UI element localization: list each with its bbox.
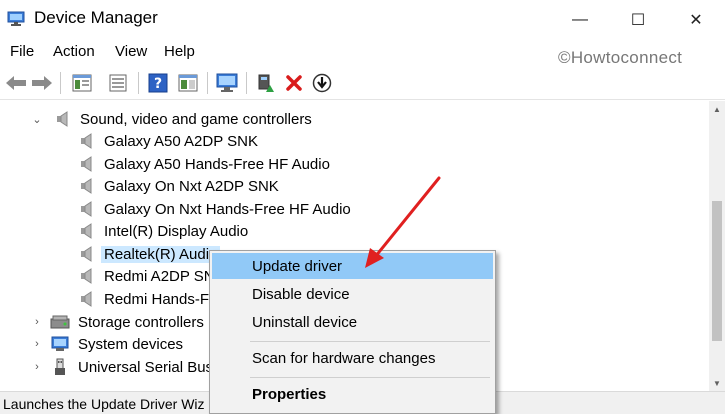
speaker-icon — [76, 245, 96, 263]
toolbar-separator — [138, 72, 139, 94]
scrollbar-thumb[interactable] — [712, 201, 722, 341]
action-pane-icon[interactable] — [176, 71, 200, 95]
tree-item[interactable]: Galaxy A50 A2DP SNK — [76, 130, 261, 152]
tree-item-label: Intel(R) Display Audio — [104, 222, 249, 240]
storage-controller-icon — [50, 313, 70, 331]
tree-category-storage[interactable]: › Storage controllers — [30, 311, 207, 333]
system-devices-icon — [50, 335, 70, 353]
watermark: ©Howtoconnect — [558, 48, 683, 67]
tree-category-label: System devices — [78, 335, 184, 353]
tree-item[interactable]: Galaxy On Nxt A2DP SNK — [76, 175, 282, 197]
minimize-button[interactable]: — — [551, 0, 609, 40]
toolbar-separator — [60, 72, 61, 94]
menu-separator — [250, 377, 490, 378]
menu-item-uninstall-device[interactable]: Uninstall device — [212, 309, 493, 335]
menu-item-update-driver[interactable]: Update driver — [212, 253, 493, 279]
menu-view[interactable]: View — [115, 43, 147, 60]
tree-category-usb[interactable]: › Universal Serial Bus — [30, 356, 216, 378]
menu-separator — [250, 341, 490, 342]
tree-category-label: Universal Serial Bus — [78, 358, 214, 376]
svg-text:?: ? — [154, 76, 162, 92]
tree-item-label: Realtek(R) Audio — [101, 245, 221, 263]
properties-console-icon[interactable] — [70, 71, 94, 95]
vertical-scrollbar[interactable]: ▲ ▼ — [709, 101, 725, 391]
chevron-right-icon[interactable]: › — [32, 338, 42, 350]
maximize-button[interactable]: ☐ — [609, 0, 667, 40]
close-button[interactable]: ✕ — [667, 0, 725, 40]
tree-item[interactable]: Intel(R) Display Audio — [76, 220, 251, 242]
device-manager-icon — [7, 11, 25, 27]
context-menu: Update driver Disable device Uninstall d… — [209, 250, 496, 414]
scroll-down-arrow-icon[interactable]: ▼ — [709, 375, 725, 391]
chevron-right-icon[interactable]: › — [32, 316, 42, 328]
speaker-icon — [76, 200, 96, 218]
speaker-icon — [76, 290, 96, 308]
toolbar-separator — [246, 72, 247, 94]
speaker-icon — [76, 132, 96, 150]
menu-action[interactable]: Action — [53, 43, 95, 60]
console-tree-icon[interactable] — [106, 71, 130, 95]
menu-item-scan-hardware[interactable]: Scan for hardware changes — [212, 345, 493, 371]
chevron-down-icon[interactable]: ⌄ — [32, 114, 42, 126]
tree-category-sound[interactable]: ⌄ Sound, video and game controllers — [30, 108, 315, 130]
menu-item-properties[interactable]: Properties — [212, 381, 493, 407]
menu-item-disable-device[interactable]: Disable device — [212, 281, 493, 307]
scroll-up-arrow-icon[interactable]: ▲ — [709, 101, 725, 117]
window-title: Device Manager — [34, 8, 158, 27]
chevron-right-icon[interactable]: › — [32, 361, 42, 373]
status-text: Launches the Update Driver Wiz — [3, 396, 205, 412]
toolbar: ? — [0, 66, 725, 100]
tree-item-selected[interactable]: Realtek(R) Audio — [76, 243, 221, 265]
back-arrow-icon[interactable] — [4, 71, 28, 95]
tree-item-label: Galaxy A50 Hands-Free HF Audio — [104, 155, 330, 173]
forward-arrow-icon[interactable] — [30, 71, 54, 95]
tree-item-label: Galaxy A50 A2DP SNK — [104, 132, 258, 150]
update-driver-icon[interactable] — [254, 71, 278, 95]
tree-item[interactable]: Galaxy A50 Hands-Free HF Audio — [76, 153, 333, 175]
monitor-scan-icon[interactable] — [215, 71, 239, 95]
speaker-icon — [76, 177, 96, 195]
uninstall-x-icon[interactable] — [282, 71, 306, 95]
tree-item-label: Galaxy On Nxt A2DP SNK — [104, 177, 279, 195]
usb-icon — [50, 358, 70, 376]
help-icon[interactable]: ? — [146, 71, 170, 95]
speaker-icon — [76, 222, 96, 240]
tree-item-label: Galaxy On Nxt Hands-Free HF Audio — [104, 200, 351, 218]
tree-category-system[interactable]: › System devices — [30, 333, 186, 355]
tree-item[interactable]: Redmi A2DP SNK — [76, 265, 228, 287]
menu-file[interactable]: File — [10, 43, 34, 60]
tree-category-label: Storage controllers — [78, 313, 204, 331]
speaker-icon — [76, 267, 96, 285]
toolbar-separator — [207, 72, 208, 94]
menu-help[interactable]: Help — [164, 43, 195, 60]
speaker-icon — [76, 155, 96, 173]
speaker-icon — [52, 110, 72, 128]
tree-category-label: Sound, video and game controllers — [80, 110, 312, 128]
tree-item[interactable]: Galaxy On Nxt Hands-Free HF Audio — [76, 198, 354, 220]
disable-device-icon[interactable] — [310, 71, 334, 95]
title-bar: Device Manager — ☐ ✕ — [0, 0, 725, 40]
